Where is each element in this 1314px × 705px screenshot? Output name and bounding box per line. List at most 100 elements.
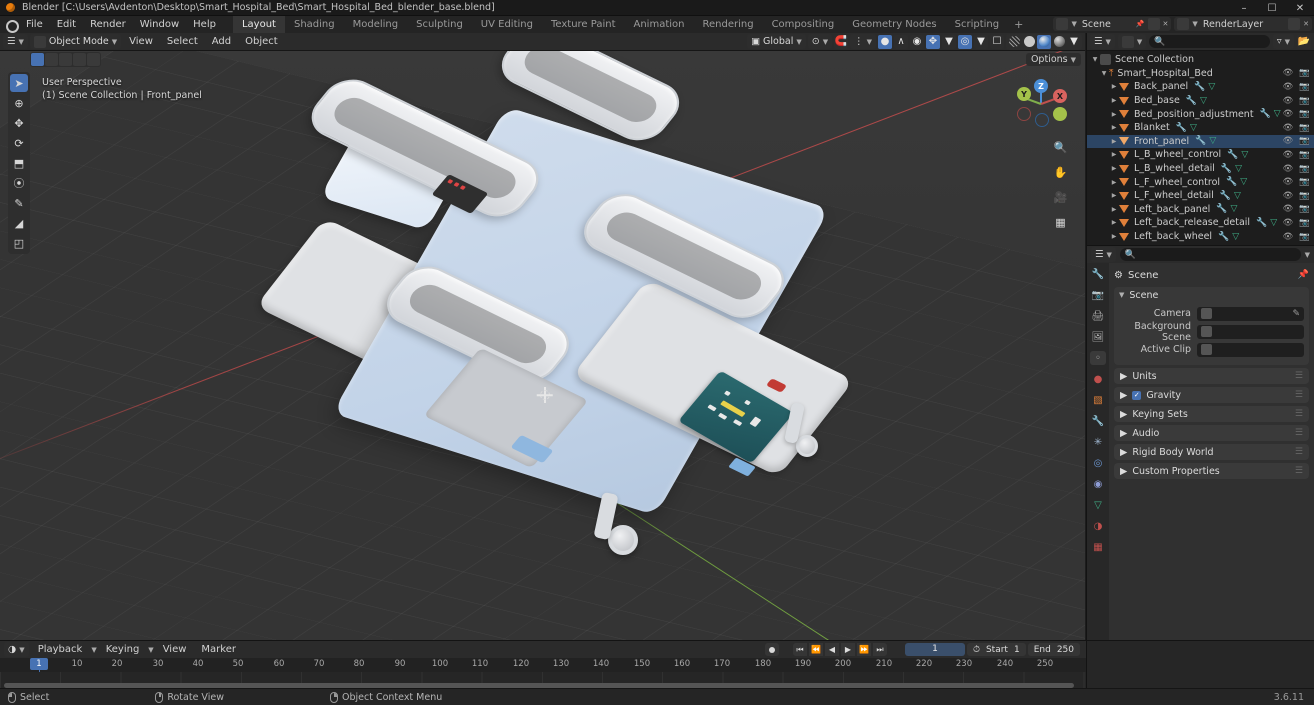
disclosure-triangle-icon[interactable]: ▶ bbox=[1109, 97, 1119, 104]
previous-keyframe-button[interactable]: ⏪ bbox=[808, 643, 823, 656]
tab-shading[interactable]: Shading bbox=[285, 16, 344, 33]
shading-wireframe-button[interactable] bbox=[1007, 35, 1021, 49]
modifier-icon[interactable]: 🔧 bbox=[1195, 136, 1206, 146]
left-front-wheel[interactable] bbox=[608, 525, 638, 555]
viewport-menu-object[interactable]: Object bbox=[239, 34, 284, 49]
eyedropper-icon[interactable]: ✎ bbox=[1292, 309, 1300, 319]
gizmo-y-positive[interactable]: Y bbox=[1017, 87, 1031, 101]
add-workspace-button[interactable]: + bbox=[1008, 18, 1029, 31]
outliner-row-back-panel[interactable]: ▶ Back_panel 🔧 ▽ 👁 📷 bbox=[1087, 80, 1314, 94]
eye-icon[interactable]: 👁 bbox=[1283, 150, 1294, 160]
mesh-data-icon[interactable]: ▽ bbox=[1208, 82, 1215, 92]
playhead[interactable]: 1 bbox=[30, 658, 48, 670]
outliner-display-mode-dropdown[interactable]: ▼ bbox=[1117, 34, 1147, 49]
select-box-mode[interactable] bbox=[31, 53, 44, 66]
disclosure-triangle-icon[interactable]: ▶ bbox=[1109, 219, 1119, 226]
tab-sculpting[interactable]: Sculpting bbox=[407, 16, 472, 33]
keying-sets-panel-header[interactable]: ▶ Keying Sets ☰ bbox=[1114, 406, 1309, 422]
mesh-data-icon[interactable]: ▽ bbox=[1200, 96, 1207, 106]
modifier-icon[interactable]: 🔧 bbox=[1221, 164, 1232, 174]
select-circle-mode[interactable] bbox=[45, 53, 58, 66]
menu-help[interactable]: Help bbox=[186, 17, 223, 32]
3d-viewport[interactable]: User Perspective (1) Scene Collection | … bbox=[0, 51, 1085, 640]
jump-to-start-button[interactable]: ⏮ bbox=[792, 643, 807, 656]
measure-tool[interactable]: ◢ bbox=[10, 214, 28, 232]
outliner-new-collection-button[interactable]: 📂 bbox=[1297, 34, 1311, 49]
audio-panel-header[interactable]: ▶ Audio ☰ bbox=[1114, 425, 1309, 441]
gizmo-x-negative[interactable] bbox=[1017, 107, 1031, 121]
frame-range-fields[interactable]: ⏱ Start 1 bbox=[966, 643, 1026, 656]
snap-pivot-dropdown[interactable]: ⊙ ▼ bbox=[807, 34, 833, 49]
end-frame-field[interactable]: End 250 bbox=[1027, 643, 1080, 656]
disclosure-triangle-icon[interactable]: ▶ bbox=[1109, 151, 1119, 158]
timeline-menu-playback[interactable]: Playback bbox=[32, 642, 89, 657]
eye-icon[interactable]: 👁 bbox=[1283, 123, 1294, 133]
timeline-editor-type-button[interactable]: ◑ ▼ bbox=[4, 642, 29, 657]
object-tab[interactable]: ▧ bbox=[1090, 393, 1106, 407]
proportional-editing-toggle[interactable]: ● bbox=[878, 34, 892, 49]
shading-material-preview-button[interactable] bbox=[1037, 34, 1051, 49]
eye-icon[interactable]: 👁 bbox=[1283, 136, 1294, 146]
scene-tab[interactable]: ◦ bbox=[1090, 351, 1106, 365]
gravity-checkbox[interactable]: ✓ bbox=[1132, 390, 1142, 400]
eye-icon[interactable]: 👁 bbox=[1283, 68, 1294, 78]
disclosure-triangle-icon[interactable]: ▼ bbox=[1099, 70, 1109, 77]
remove-view-layer-icon[interactable]: ✕ bbox=[1303, 20, 1309, 28]
menu-render[interactable]: Render bbox=[83, 17, 133, 32]
eye-icon[interactable]: 👁 bbox=[1283, 177, 1294, 187]
scene-selector[interactable]: ▼ Scene 📌 ✕ bbox=[1053, 17, 1172, 31]
disclosure-triangle-icon[interactable]: ▶ bbox=[1109, 233, 1119, 240]
outliner-row-l-f-wheel-control[interactable]: ▶ L_F_wheel_control 🔧 ▽ 👁 📷 bbox=[1087, 175, 1314, 189]
world-tab[interactable]: ● bbox=[1090, 372, 1106, 386]
modifier-icon[interactable]: 🔧 bbox=[1260, 109, 1271, 119]
zoom-icon[interactable]: 🔍 bbox=[1052, 139, 1069, 156]
disclosure-triangle-icon[interactable]: ▶ bbox=[1109, 124, 1119, 131]
mesh-data-icon[interactable]: ▽ bbox=[1231, 204, 1238, 214]
modifier-tab[interactable]: 🔧 bbox=[1090, 414, 1106, 428]
particles-tab[interactable]: ✳ bbox=[1090, 435, 1106, 449]
mesh-data-icon[interactable]: ▽ bbox=[1234, 191, 1241, 201]
modifier-icon[interactable]: 🔧 bbox=[1186, 96, 1197, 106]
gizmo-x-positive[interactable]: X bbox=[1053, 89, 1067, 103]
camera-render-icon[interactable]: 📷 bbox=[1299, 96, 1310, 106]
physics-tab[interactable]: ◎ bbox=[1090, 456, 1106, 470]
background-scene-field[interactable] bbox=[1197, 324, 1304, 339]
modifier-icon[interactable]: 🔧 bbox=[1256, 218, 1267, 228]
new-view-layer-icon[interactable] bbox=[1288, 18, 1301, 30]
camera-render-icon[interactable]: 📷 bbox=[1299, 150, 1310, 160]
menu-window[interactable]: Window bbox=[133, 17, 186, 32]
auto-keying-button[interactable] bbox=[764, 643, 779, 656]
smart-hospital-bed-model[interactable] bbox=[255, 51, 888, 563]
disclosure-triangle-icon[interactable]: ▶ bbox=[1109, 192, 1119, 199]
shading-rendered-button[interactable] bbox=[1052, 35, 1066, 49]
view-layer-tab[interactable]: 🖼 bbox=[1090, 330, 1106, 344]
viewport-menu-select[interactable]: Select bbox=[161, 34, 204, 49]
snap-toggle-button[interactable]: 🧲 bbox=[834, 34, 849, 49]
outliner-row-front-panel[interactable]: ▶ Front_panel 🔧 ▽ 👁 📷 bbox=[1087, 134, 1314, 149]
transform-tool[interactable]: ⦿ bbox=[10, 174, 28, 192]
outliner-row-left-back-panel[interactable]: ▶ Left_back_panel 🔧 ▽ 👁 📷 bbox=[1087, 203, 1314, 217]
camera-render-icon[interactable]: 📷 bbox=[1299, 164, 1310, 174]
camera-render-icon[interactable]: 📷 bbox=[1299, 218, 1310, 228]
material-tab[interactable]: ◑ bbox=[1090, 519, 1106, 533]
gizmo-y-negative[interactable] bbox=[1053, 107, 1067, 121]
start-frame-value[interactable]: 1 bbox=[1014, 645, 1020, 655]
data-tab[interactable]: ▽ bbox=[1090, 498, 1106, 512]
tab-modeling[interactable]: Modeling bbox=[344, 16, 408, 33]
render-tab[interactable]: 📷 bbox=[1090, 288, 1106, 302]
scene-panel-header[interactable]: ▼ Scene bbox=[1114, 287, 1309, 303]
next-keyframe-button[interactable]: ⏩ bbox=[856, 643, 871, 656]
disclosure-triangle-icon[interactable]: ▶ bbox=[1109, 138, 1119, 145]
add-cube-tool[interactable]: ◰ bbox=[10, 234, 28, 252]
custom-properties-panel-header[interactable]: ▶ Custom Properties ☰ bbox=[1114, 463, 1309, 479]
timeline-ruler[interactable]: 10 20 30 40 50 60 70 80 90 100 110 120 1… bbox=[0, 658, 1086, 690]
new-scene-icon[interactable] bbox=[1147, 18, 1160, 30]
tool-tab[interactable]: 🔧 bbox=[1090, 267, 1106, 281]
eye-icon[interactable]: 👁 bbox=[1283, 204, 1294, 214]
outliner-row-bed-position-adjustment[interactable]: ▶ Bed_position_adjustment 🔧 ▽ 👁 📷 bbox=[1087, 107, 1314, 121]
viewport-options-dropdown[interactable]: Options ▼ bbox=[1025, 53, 1081, 66]
right-front-wheel[interactable] bbox=[796, 435, 818, 457]
end-frame-value[interactable]: 250 bbox=[1057, 645, 1074, 655]
eye-icon[interactable]: 👁 bbox=[1283, 191, 1294, 201]
proportional-falloff-dropdown[interactable]: ∧ bbox=[894, 34, 908, 49]
